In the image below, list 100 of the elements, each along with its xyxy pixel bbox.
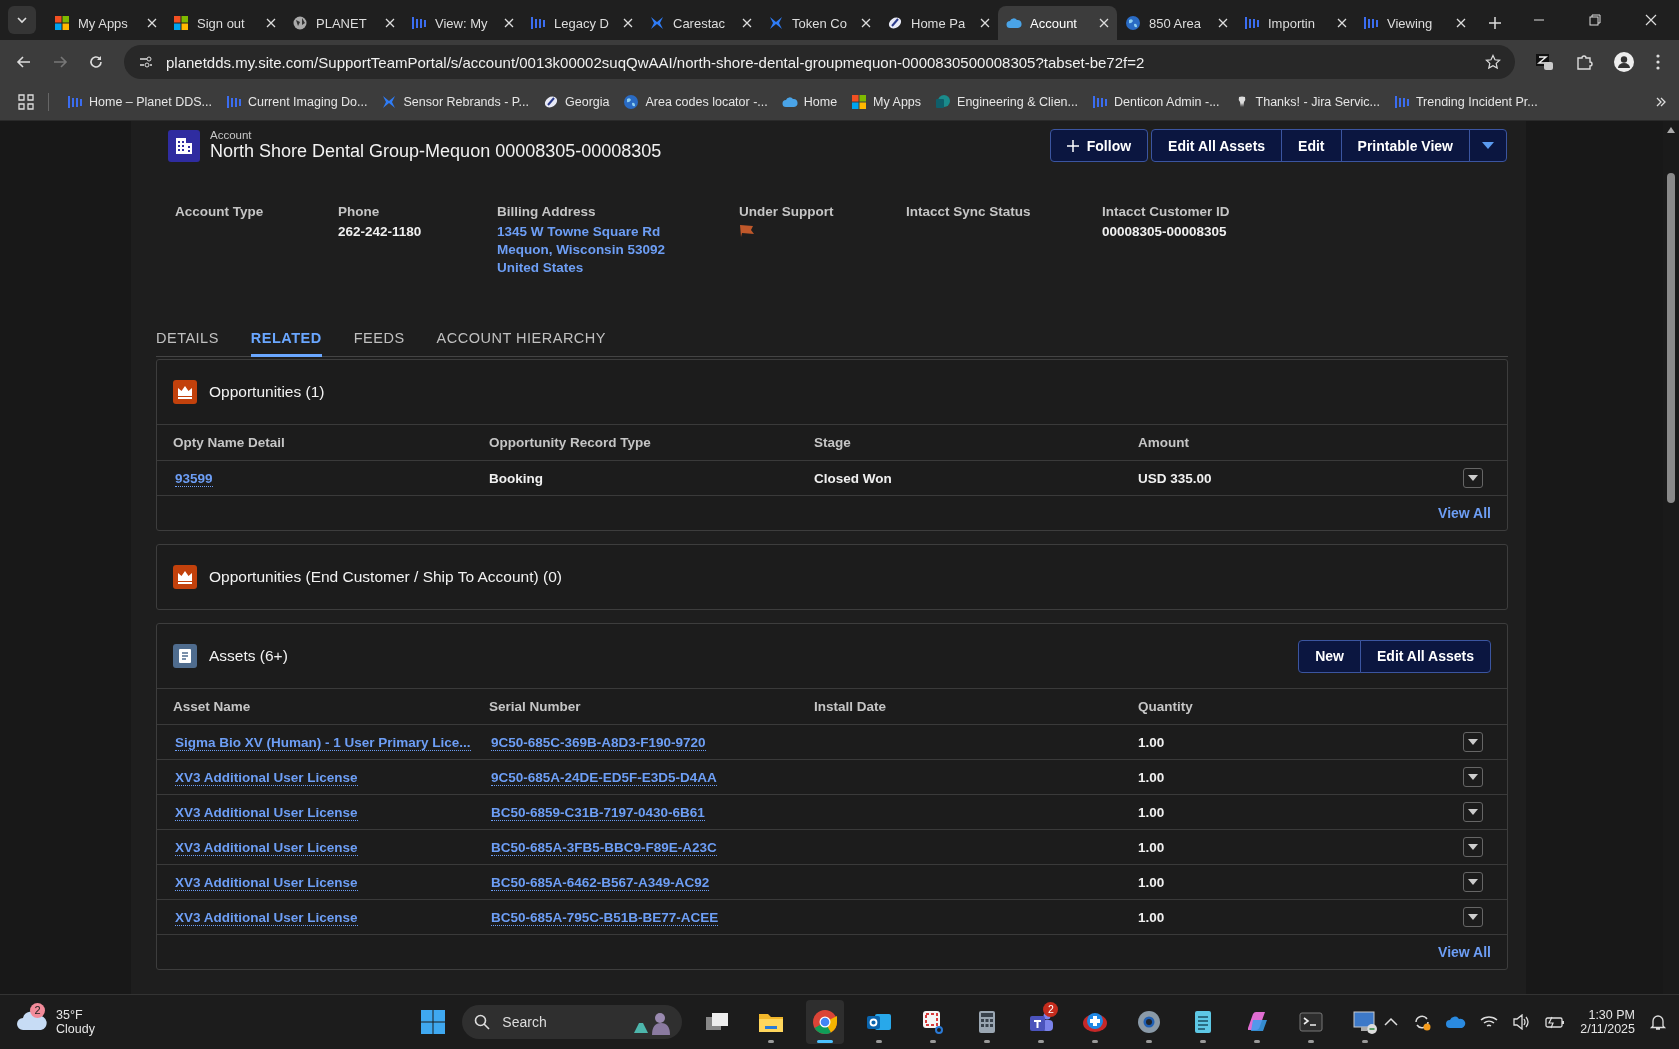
bookmark[interactable]: Area codes locator -... [619,94,772,110]
close-icon[interactable] [861,18,871,28]
address-link[interactable]: United States [497,260,739,275]
card-action-button[interactable]: New [1298,639,1361,673]
more-actions-button[interactable] [1469,129,1507,162]
column-header[interactable]: Serial Number [489,699,814,714]
chevron-up-icon[interactable] [1384,1017,1399,1027]
column-header[interactable]: Amount [1138,435,1438,450]
address-bar[interactable]: planetdds.my.site.com/SupportTeamPortal/s/account/0013k00002suqQwAAI/north-shore-dental-groupmequon-0000830500008305?tabset-be72f=2 [124,45,1515,79]
card-action-button[interactable]: Edit All Assets [1360,639,1491,673]
taskbar-app[interactable] [806,1000,845,1044]
browser-tab[interactable]: PLANET [284,6,403,40]
browser-tab[interactable]: Token Co [760,6,879,40]
browser-tab[interactable]: Home Pa [879,6,998,40]
bookmark[interactable]: My Apps [847,94,926,110]
record-tab[interactable]: DETAILS [156,330,219,357]
bookmark[interactable]: Georgia [539,94,614,110]
apps-grid-icon[interactable] [18,94,34,110]
row-actions-button[interactable] [1463,767,1483,787]
record-link[interactable]: BC50-685A-3FB5-BBC9-F89E-A23C [491,839,717,856]
bookmark[interactable]: Denticon Admin -... [1087,94,1224,110]
address-link[interactable]: Mequon, Wisconsin 53092 [497,242,739,257]
record-link[interactable]: XV3 Additional User License [175,909,358,926]
record-link[interactable]: XV3 Additional User License [175,804,358,821]
new-tab-icon[interactable] [1488,16,1502,30]
row-actions-button[interactable] [1463,732,1483,752]
record-tab[interactable]: ACCOUNT HIERARCHY [436,330,606,357]
bookmark[interactable]: Home [777,94,842,110]
record-link[interactable]: BC50-6859-C31B-7197-0430-6B61 [491,804,705,821]
address-link[interactable]: 1345 W Towne Square Rd [497,224,739,239]
scroll-up-icon[interactable] [1667,127,1675,133]
record-link[interactable]: 9C50-685C-369B-A8D3-F190-9720 [491,734,706,751]
bookmark[interactable]: Thanks! - Jira Servic... [1229,94,1384,110]
wifi-icon[interactable] [1480,1015,1499,1029]
column-header[interactable]: Quantity [1138,699,1438,714]
speaker-icon[interactable] [1512,1014,1531,1030]
battery-icon[interactable] [1544,1015,1567,1029]
taskbar-search-box[interactable]: Search [462,1005,683,1039]
column-header[interactable]: Stage [814,435,1138,450]
column-header[interactable]: Opportunity Record Type [489,435,814,450]
bookmark[interactable]: Home – Planet DDS... [63,94,216,110]
start-icon[interactable] [420,1009,447,1035]
action-button[interactable]: Edit All Assets [1151,129,1283,162]
view-all-link[interactable]: View All [1438,505,1491,521]
bookmark[interactable]: Trending Incident Pr... [1389,94,1542,110]
bookmark[interactable]: Current Imaging Do... [221,94,372,110]
forward-icon[interactable] [52,54,68,70]
clock-date[interactable]: 2/11/2025 [1580,1022,1635,1036]
browser-tab[interactable]: My Apps [46,6,165,40]
scroll-thumb[interactable] [1667,173,1675,503]
clock-time[interactable]: 1:30 PM [1588,1008,1635,1022]
record-tab[interactable]: FEEDS [353,330,405,357]
close-icon[interactable] [623,18,633,28]
view-all-link[interactable]: View All [1438,944,1491,960]
record-link[interactable]: XV3 Additional User License [175,769,358,786]
bookmark[interactable]: Sensor Rebrands - P... [377,94,533,110]
close-icon[interactable] [266,18,276,28]
menu-icon[interactable] [1655,53,1661,71]
close-icon[interactable] [742,18,752,28]
taskbar-app[interactable]: 2 [1022,1000,1061,1044]
row-actions-button[interactable] [1463,837,1483,857]
close-icon[interactable] [1337,18,1347,28]
close-icon[interactable] [1218,18,1228,28]
close-icon[interactable] [504,18,514,28]
action-button[interactable]: Printable View [1340,129,1470,162]
browser-tab[interactable]: 850 Area [1117,6,1236,40]
card-title[interactable]: Assets (6+) [209,647,288,665]
profile-icon[interactable] [1613,51,1635,73]
record-link[interactable]: 9C50-685A-24DE-ED5F-E3D5-D4AA [491,769,717,786]
card-title[interactable]: Opportunities (End Customer / Ship To Account) (0) [209,568,562,586]
close-icon[interactable] [980,18,990,28]
onedrive-cloud-icon[interactable] [1446,1015,1467,1029]
record-link[interactable]: 93599 [175,470,213,487]
card-title[interactable]: Opportunities (1) [209,383,325,401]
row-actions-button[interactable] [1463,907,1483,927]
close-icon[interactable] [1645,14,1657,26]
extension-icon[interactable] [1535,52,1555,72]
column-header[interactable]: Install Date [814,699,1138,714]
follow-button[interactable]: Follow [1049,129,1149,162]
bookmark-star-icon[interactable] [1485,54,1501,70]
column-header[interactable]: Opty Name Detail [173,435,489,450]
close-icon[interactable] [385,18,395,28]
browser-tab[interactable]: View: My [403,6,522,40]
puzzle-icon[interactable] [1575,53,1593,71]
browser-tab[interactable]: Viewing [1355,6,1474,40]
reload-icon[interactable] [88,54,104,70]
column-header[interactable]: Asset Name [173,699,489,714]
record-link[interactable]: BC50-685A-6462-B567-A349-AC92 [491,874,710,891]
action-button[interactable]: Edit [1281,129,1342,162]
browser-tab[interactable]: Account [998,6,1117,40]
record-link[interactable]: Sigma Bio XV (Human) - 1 User Primary Lice... [175,734,471,751]
browser-tab[interactable]: Importin [1236,6,1355,40]
close-icon[interactable] [147,18,157,28]
tab-search-button[interactable] [8,6,36,34]
more-bookmarks-icon[interactable] [1655,96,1667,108]
browser-tab[interactable]: Sign out [165,6,284,40]
site-settings-icon[interactable] [138,54,154,70]
close-icon[interactable] [1099,18,1109,28]
bookmark[interactable]: Engineering & Clien... [931,94,1082,110]
restore-icon[interactable] [1589,14,1601,26]
